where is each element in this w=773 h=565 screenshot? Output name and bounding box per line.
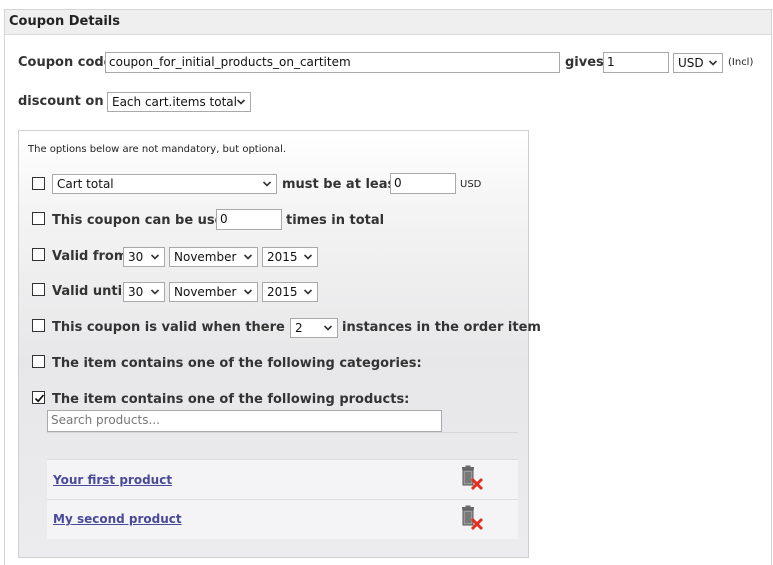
instances-count-select[interactable]: 2 [290,318,338,338]
incl-note: (Incl) [728,57,754,68]
chevron-down-icon [243,254,253,260]
cart-total-select[interactable]: Cart total [52,174,277,194]
divider [47,499,518,500]
valid-from-year: 2015 [267,250,298,264]
times-in-total-label: times in total [286,213,385,228]
products-label: The item contains one of the following p… [52,392,410,407]
chevron-down-icon [243,289,253,295]
section-title: Coupon Details [9,14,120,29]
currency-value: USD [678,56,704,70]
valid-from-day-select[interactable]: 30 [123,247,165,267]
categories-label: The item contains one of the following c… [52,356,422,371]
chevron-down-icon [236,99,246,105]
valid-until-month: November [174,285,237,299]
product-link-second[interactable]: My second product [53,512,182,526]
valid-until-label: Valid until [52,284,127,299]
usage-limit-input[interactable]: 0 [216,209,282,230]
chevron-down-icon [150,254,160,260]
cart-total-checkbox[interactable] [32,177,45,190]
product-search-placeholder: Search products... [51,413,160,427]
products-checkbox[interactable] [32,391,45,404]
valid-from-label: Valid from [52,249,128,264]
checkmark-icon [34,394,45,403]
usage-limit-label: This coupon can be used [52,213,233,228]
usage-limit-checkbox[interactable] [32,212,45,225]
currency-select[interactable]: USD [673,53,723,73]
optional-note: The options below are not mandatory, but… [28,144,287,155]
categories-checkbox[interactable] [32,355,45,368]
chevron-down-icon [323,325,333,331]
discount-on-label: discount on [18,94,104,109]
discount-on-value: Each cart.items total [112,95,237,109]
valid-until-year-select[interactable]: 2015 [262,282,318,302]
valid-from-day: 30 [128,250,144,264]
coupon-code-label: Coupon code [18,55,113,70]
valid-until-month-select[interactable]: November [169,282,258,302]
gives-value-input[interactable]: 1 [603,52,669,73]
valid-from-year-select[interactable]: 2015 [262,247,318,267]
valid-until-checkbox[interactable] [32,283,45,296]
valid-from-checkbox[interactable] [32,248,45,261]
instances-checkbox[interactable] [32,319,45,332]
instances-label-after: instances in the order item [342,320,541,335]
gives-label: gives [565,55,604,70]
instances-label-before: This coupon is valid when there are [52,320,314,335]
trash-delete-icon[interactable] [459,465,485,491]
chevron-down-icon [708,60,718,66]
chevron-down-icon [150,289,160,295]
valid-until-day-select[interactable]: 30 [123,282,165,302]
chevron-down-icon [303,289,313,295]
discount-on-select[interactable]: Each cart.items total [107,92,251,112]
product-search-input[interactable]: Search products... [47,410,442,432]
chevron-down-icon [262,181,272,187]
valid-until-year: 2015 [267,285,298,299]
must-be-at-least-label: must be at least [282,177,402,192]
cart-total-unit: USD [460,179,482,190]
valid-until-day: 30 [128,285,144,299]
cart-total-min-input[interactable]: 0 [390,173,456,194]
chevron-down-icon [303,254,313,260]
instances-count: 2 [295,321,303,335]
section-header: Coupon Details [5,10,771,35]
trash-delete-icon[interactable] [459,505,485,531]
valid-from-month-select[interactable]: November [169,247,258,267]
coupon-code-input[interactable]: coupon_for_initial_products_on_cartitem [105,52,560,73]
valid-from-month: November [174,250,237,264]
cart-total-value: Cart total [57,177,114,191]
product-link-first[interactable]: Your first product [53,473,172,487]
divider [47,432,518,433]
